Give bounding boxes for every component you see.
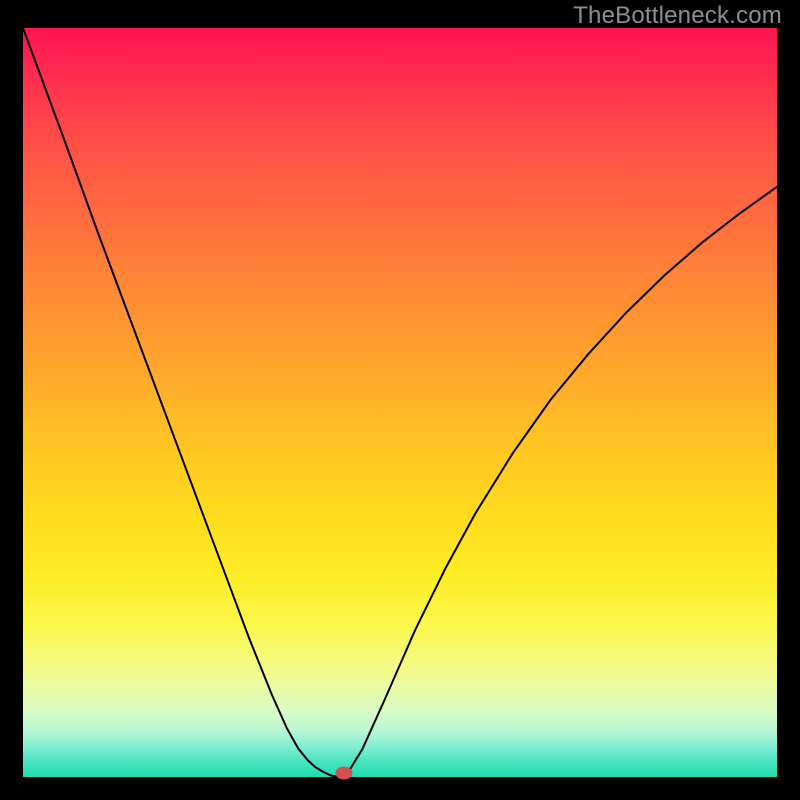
- optimal-point-marker: [336, 766, 353, 779]
- watermark-text: TheBottleneck.com: [573, 2, 782, 30]
- chart-frame: TheBottleneck.com: [0, 0, 800, 800]
- curve-path: [23, 28, 777, 776]
- bottleneck-curve: [23, 28, 777, 777]
- plot-area: [23, 28, 777, 777]
